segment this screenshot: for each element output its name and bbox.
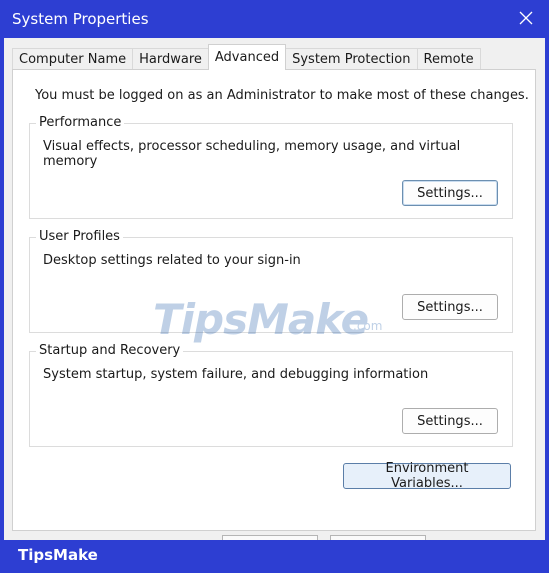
tab-advanced[interactable]: Advanced xyxy=(207,44,287,70)
startup-recovery-description: System startup, system failure, and debu… xyxy=(43,367,429,382)
dialog-client-area: Computer Name Hardware Advanced System P… xyxy=(4,38,545,536)
title-bar[interactable]: System Properties xyxy=(0,0,549,38)
ok-button-partial[interactable] xyxy=(222,535,318,540)
tab-hardware[interactable]: Hardware xyxy=(132,48,209,70)
close-icon xyxy=(519,10,533,29)
performance-description: Visual effects, processor scheduling, me… xyxy=(43,139,461,169)
tab-strip: Computer Name Hardware Advanced System P… xyxy=(12,44,481,70)
tab-remote[interactable]: Remote xyxy=(416,48,481,70)
cancel-button-partial[interactable] xyxy=(330,535,426,540)
user-profiles-group: User Profiles Desktop settings related t… xyxy=(29,229,513,333)
user-profiles-settings-button[interactable]: Settings... xyxy=(402,294,498,320)
tab-computer-name[interactable]: Computer Name xyxy=(12,48,134,70)
startup-recovery-settings-button[interactable]: Settings... xyxy=(402,408,498,434)
performance-settings-button[interactable]: Settings... xyxy=(402,180,498,206)
performance-group: Performance Visual effects, processor sc… xyxy=(29,115,513,219)
user-profiles-group-title: User Profiles xyxy=(36,229,123,244)
branding-label: TipsMake xyxy=(18,546,98,564)
system-properties-window: System Properties Computer Name Hardware… xyxy=(0,0,549,573)
startup-recovery-group-title: Startup and Recovery xyxy=(36,343,184,358)
close-button[interactable] xyxy=(503,0,549,38)
startup-recovery-group: Startup and Recovery System startup, sys… xyxy=(29,343,513,447)
environment-variables-button[interactable]: Environment Variables... xyxy=(343,461,511,491)
user-profiles-description: Desktop settings related to your sign-in xyxy=(43,253,301,268)
advanced-tab-panel: You must be logged on as an Administrato… xyxy=(12,69,536,531)
window-title: System Properties xyxy=(12,10,149,28)
tab-system-protection[interactable]: System Protection xyxy=(285,48,418,70)
performance-group-title: Performance xyxy=(36,115,125,130)
admin-notice: You must be logged on as an Administrato… xyxy=(35,88,529,103)
